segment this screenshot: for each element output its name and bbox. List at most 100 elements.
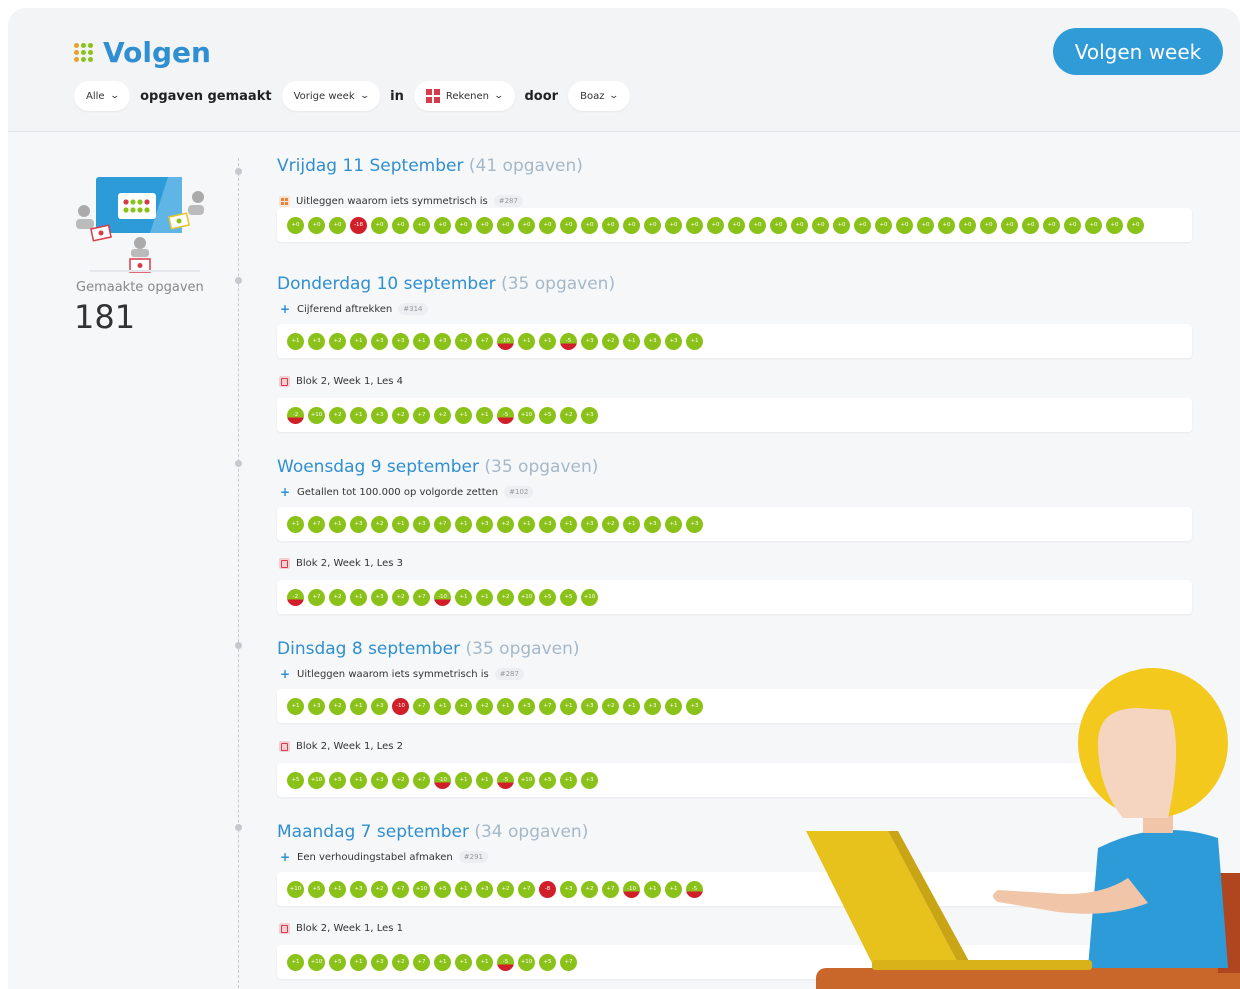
result-badge[interactable]: +0	[518, 216, 535, 234]
result-badge[interactable]: +10	[413, 880, 430, 898]
result-badge[interactable]: +3	[476, 515, 493, 533]
result-badge[interactable]: +1	[350, 697, 367, 715]
result-badge[interactable]: +1	[392, 515, 409, 533]
result-badge[interactable]: +0	[1022, 216, 1039, 234]
result-badge[interactable]: +3	[308, 332, 325, 350]
result-badge[interactable]: +3	[686, 697, 703, 715]
result-badge[interactable]: -5	[497, 406, 514, 424]
result-badge[interactable]: -18	[350, 216, 367, 234]
task-label[interactable]: + Getallen tot 100.000 op volgorde zetten…	[279, 485, 534, 499]
result-badge[interactable]: +2	[497, 588, 514, 606]
result-badge[interactable]: +2	[602, 515, 619, 533]
result-badge[interactable]: +10	[287, 880, 304, 898]
result-badge[interactable]: +3	[371, 697, 388, 715]
result-badge[interactable]: +2	[371, 880, 388, 898]
result-badge[interactable]: -8	[539, 880, 556, 898]
result-badge[interactable]: +1	[455, 406, 472, 424]
result-badge[interactable]: +0	[854, 216, 871, 234]
result-badge[interactable]: +5	[539, 771, 556, 789]
result-badge[interactable]: +3	[581, 406, 598, 424]
result-badge[interactable]: +2	[392, 588, 409, 606]
result-badge[interactable]: +1	[287, 953, 304, 971]
result-badge[interactable]: +7	[560, 953, 577, 971]
result-badge[interactable]: +1	[665, 515, 682, 533]
result-badge[interactable]: +3	[350, 515, 367, 533]
result-badge[interactable]: +3	[455, 697, 472, 715]
result-badge[interactable]: +1	[539, 332, 556, 350]
result-badge[interactable]: +1	[287, 332, 304, 350]
result-badge[interactable]: +7	[539, 697, 556, 715]
result-badge[interactable]: +0	[413, 216, 430, 234]
result-badge[interactable]: +2	[455, 332, 472, 350]
result-badge[interactable]: +1	[434, 697, 451, 715]
result-badge[interactable]: +1	[623, 697, 640, 715]
result-badge[interactable]: +0	[539, 216, 556, 234]
result-badge[interactable]: +0	[917, 216, 934, 234]
task-label[interactable]: + Cijferend aftrekken #314	[279, 302, 428, 316]
result-badge[interactable]: +7	[413, 588, 430, 606]
task-label[interactable]: Uitleggen waarom iets symmetrisch is #287	[279, 195, 523, 207]
result-badge[interactable]: +7	[413, 697, 430, 715]
result-badge[interactable]: +0	[1001, 216, 1018, 234]
result-badge[interactable]: +10	[518, 771, 535, 789]
result-badge[interactable]: +1	[476, 406, 493, 424]
result-badge[interactable]: -2	[287, 588, 304, 606]
result-badge[interactable]: +10	[518, 588, 535, 606]
result-badge[interactable]: +3	[644, 697, 661, 715]
result-badge[interactable]: +1	[686, 332, 703, 350]
result-badge[interactable]: +3	[413, 515, 430, 533]
result-badge[interactable]: +0	[476, 216, 493, 234]
result-badge[interactable]: +0	[812, 216, 829, 234]
result-badge[interactable]: +7	[308, 588, 325, 606]
result-badge[interactable]: +5	[308, 880, 325, 898]
result-badge[interactable]: +1	[329, 880, 346, 898]
result-badge[interactable]: +2	[602, 697, 619, 715]
result-badge[interactable]: -10	[497, 332, 514, 350]
result-badge[interactable]: +0	[728, 216, 745, 234]
task-label[interactable]: Blok 2, Week 1, Les 1	[279, 923, 403, 934]
task-label[interactable]: Blok 2, Week 1, Les 3	[279, 558, 403, 569]
result-badge[interactable]: -5	[686, 880, 703, 898]
result-badge[interactable]: +1	[455, 771, 472, 789]
result-badge[interactable]: +3	[581, 771, 598, 789]
result-badge[interactable]: +1	[644, 880, 661, 898]
result-badge[interactable]: -10	[434, 588, 451, 606]
result-badge[interactable]: +0	[392, 216, 409, 234]
result-badge[interactable]: +1	[518, 332, 535, 350]
task-label[interactable]: + Een verhoudingstabel afmaken #291	[279, 850, 488, 864]
result-badge[interactable]: +0	[1085, 216, 1102, 234]
task-label[interactable]: Blok 2, Week 1, Les 2	[279, 741, 403, 752]
result-badge[interactable]: +5	[539, 588, 556, 606]
result-badge[interactable]: -10	[392, 697, 409, 715]
result-badge[interactable]: +1	[350, 771, 367, 789]
result-badge[interactable]: +3	[308, 697, 325, 715]
result-badge[interactable]: +0	[833, 216, 850, 234]
result-badge[interactable]: +1	[287, 697, 304, 715]
result-badge[interactable]: +2	[329, 588, 346, 606]
result-badge[interactable]: +7	[392, 880, 409, 898]
result-badge[interactable]: +0	[329, 216, 346, 234]
result-badge[interactable]: +3	[665, 332, 682, 350]
result-badge[interactable]: +7	[476, 332, 493, 350]
result-badge[interactable]: +10	[518, 406, 535, 424]
result-badge[interactable]: +0	[455, 216, 472, 234]
scope-dropdown[interactable]: Alle ⌄	[74, 81, 131, 111]
result-badge[interactable]: +1	[455, 953, 472, 971]
result-badge[interactable]: -5	[497, 771, 514, 789]
result-badge[interactable]: +1	[476, 953, 493, 971]
result-badge[interactable]: +3	[644, 515, 661, 533]
result-badge[interactable]: +5	[560, 588, 577, 606]
result-badge[interactable]: +0	[434, 216, 451, 234]
result-badge[interactable]: +2	[329, 406, 346, 424]
result-badge[interactable]: +7	[434, 515, 451, 533]
result-badge[interactable]: +0	[1106, 216, 1123, 234]
result-badge[interactable]: +0	[602, 216, 619, 234]
result-badge[interactable]: +1	[350, 406, 367, 424]
result-badge[interactable]: +2	[434, 406, 451, 424]
result-badge[interactable]: +3	[476, 880, 493, 898]
result-badge[interactable]: +7	[308, 515, 325, 533]
result-badge[interactable]: +10	[308, 953, 325, 971]
result-badge[interactable]: +7	[518, 880, 535, 898]
result-badge[interactable]: +0	[371, 216, 388, 234]
result-badge[interactable]: +0	[644, 216, 661, 234]
